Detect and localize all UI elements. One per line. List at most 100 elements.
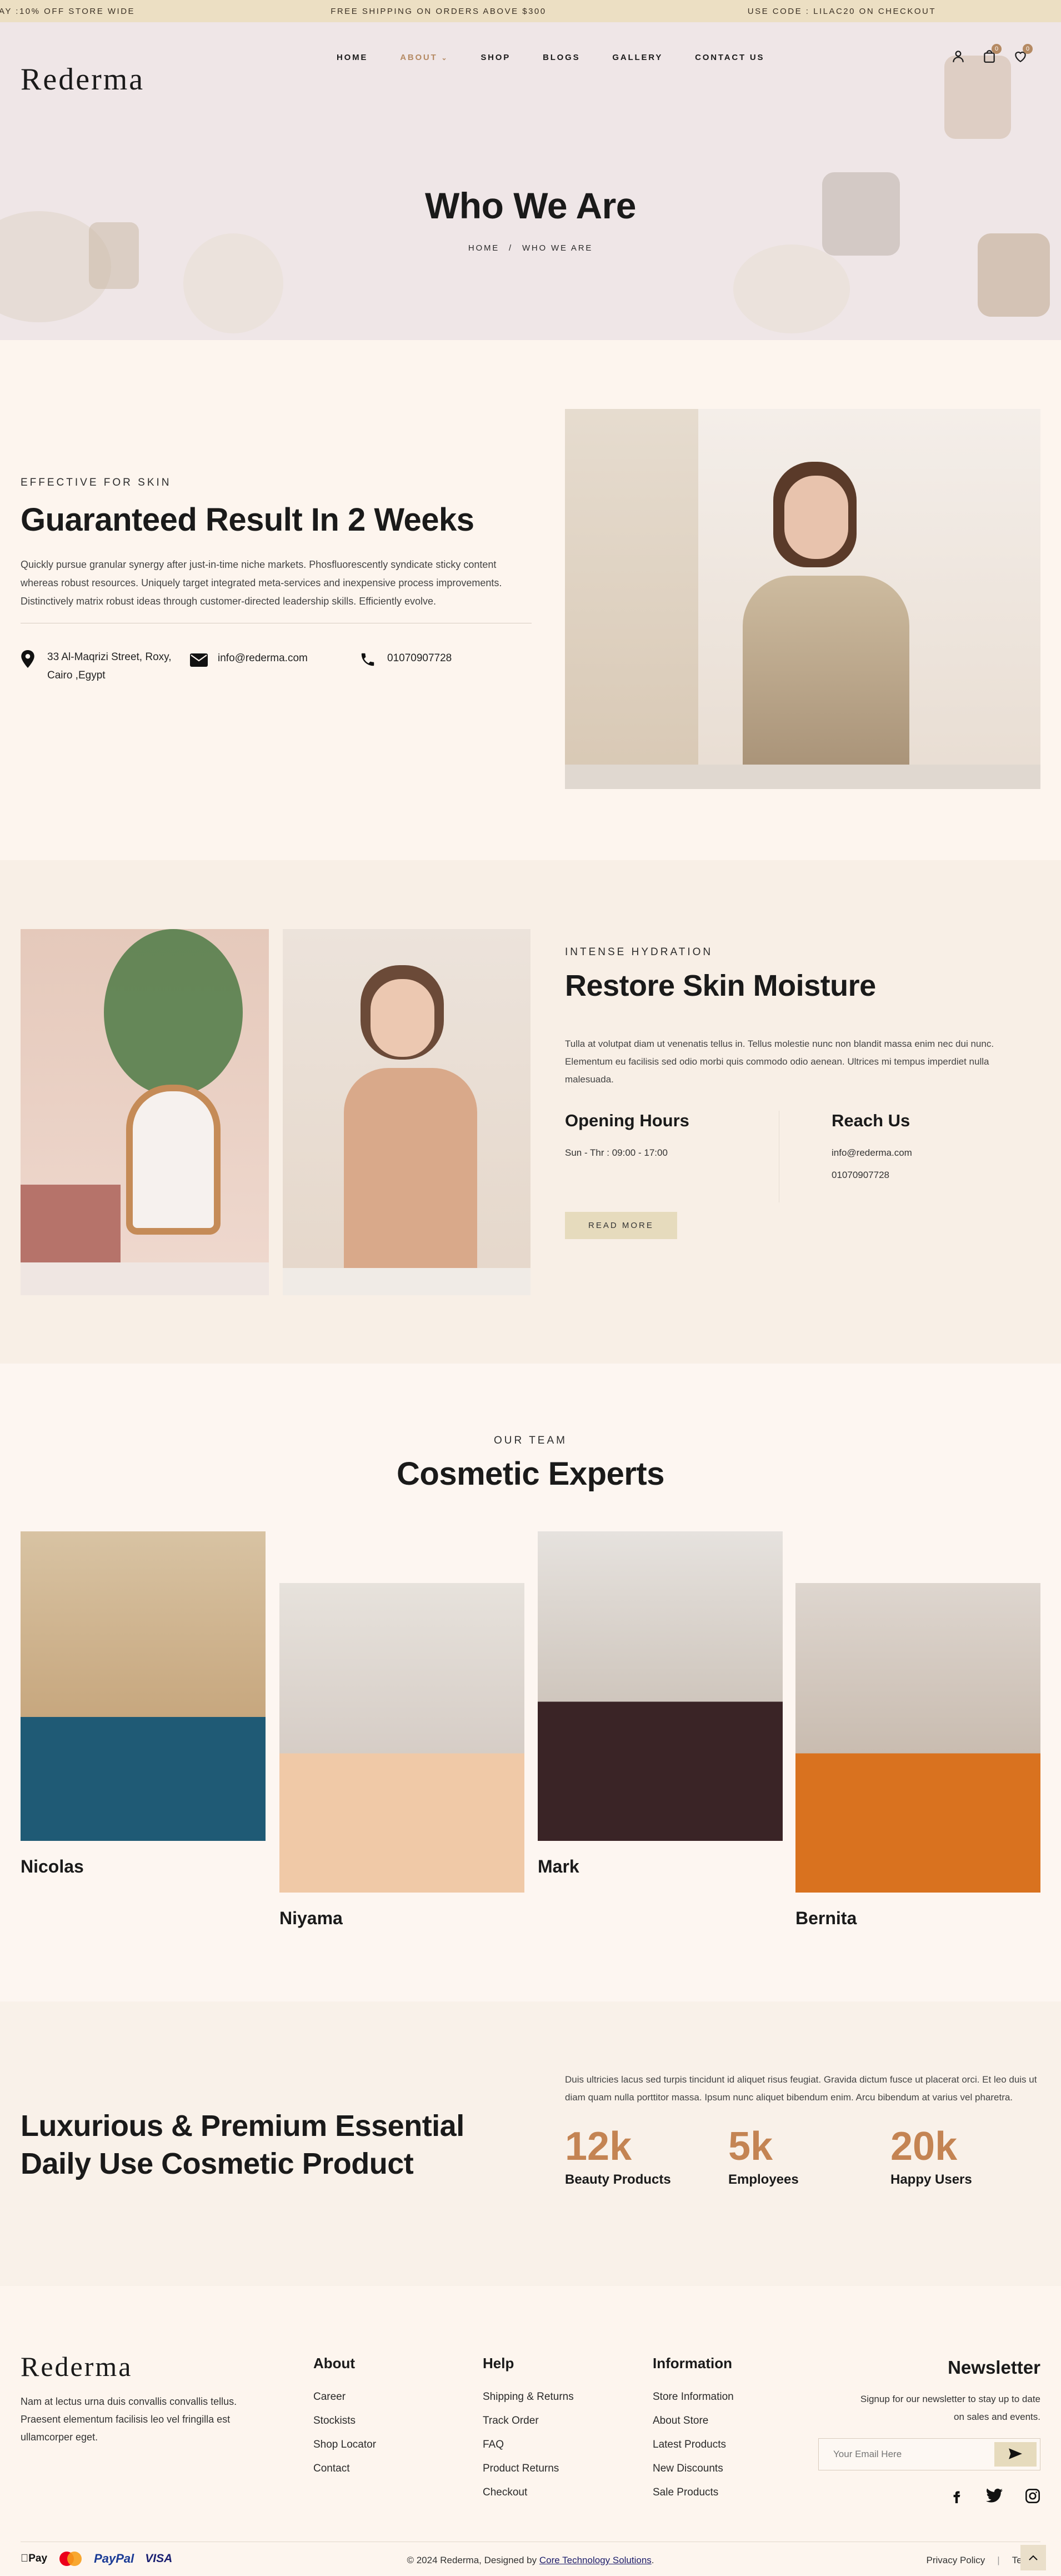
breadcrumb-home[interactable]: HOME <box>468 243 499 253</box>
newsletter: Newsletter Signup for our newsletter to … <box>818 2357 1040 2504</box>
separator: | <box>997 2555 1000 2565</box>
team-photo-nicolas <box>21 1531 266 1841</box>
about-title: Guaranteed Result In 2 Weeks <box>21 502 474 538</box>
site-logo[interactable]: Rederma <box>21 64 144 95</box>
logo-text: Rederma <box>21 62 145 97</box>
nav-contact[interactable]: CONTACT US <box>695 53 764 62</box>
footer-link[interactable]: Stockists <box>313 2415 376 2427</box>
nav-gallery[interactable]: GALLERY <box>612 53 663 62</box>
hydration-text: Tulla at volutpat diam ut venenatis tell… <box>565 1038 994 1085</box>
footer-link[interactable]: Store Information <box>653 2391 734 2403</box>
social-links <box>818 2488 1040 2504</box>
newsletter-text: Signup for our newsletter to stay up to … <box>818 2390 1040 2426</box>
footer-link[interactable]: New Discounts <box>653 2463 734 2475</box>
address-block: 33 Al-Maqrizi Street, Roxy, Cairo ,Egypt <box>21 648 190 685</box>
reach-us-email[interactable]: info@rederma.com <box>832 1147 912 1159</box>
opening-hours: Opening Hours Sun - Thr : 09:00 - 17:00 <box>565 1111 832 1181</box>
team-name: Mark <box>538 1856 579 1876</box>
team-name: Bernita <box>795 1908 857 1928</box>
nav-home[interactable]: HOME <box>337 53 368 62</box>
stat-item: 20k Happy Users <box>890 2126 972 2188</box>
team-card[interactable]: Bernita <box>795 1583 1040 1929</box>
hydration-content: INTENSE HYDRATION Restore Skin Moisture … <box>565 946 1040 1239</box>
footer-col-about: About Career Stockists Shop Locator Cont… <box>313 2355 376 2487</box>
copyright-suffix: . <box>651 2555 654 2565</box>
footer-link[interactable]: Checkout <box>483 2487 574 2499</box>
breadcrumb: HOME / WHO WE ARE <box>0 243 1061 253</box>
nav-about-label: ABOUT <box>400 53 438 62</box>
back-to-top-button[interactable] <box>1020 2545 1046 2570</box>
team-photo-niyama <box>279 1583 524 1893</box>
bag-icon[interactable]: 0 <box>982 44 1002 63</box>
reach-us: Reach Us info@rederma.com 01070907728 <box>832 1111 912 1181</box>
stat-label: Happy Users <box>890 2172 972 2187</box>
breadcrumb-separator: / <box>509 243 513 253</box>
hydration-info: Opening Hours Sun - Thr : 09:00 - 17:00 … <box>565 1110 1040 1202</box>
team-card[interactable]: Mark <box>538 1531 783 1877</box>
hydration-section: INTENSE HYDRATION Restore Skin Moisture … <box>0 860 1061 1364</box>
breadcrumb-current: WHO WE ARE <box>522 243 593 253</box>
stats-content: Duis ultricies lacus sed turpis tincidun… <box>565 2071 1040 2188</box>
footer-link[interactable]: About Store <box>653 2415 734 2427</box>
privacy-policy-link[interactable]: Privacy Policy <box>926 2555 985 2566</box>
copyright-text: © 2024 Rederma, Designed by <box>407 2555 539 2565</box>
newsletter-submit-button[interactable] <box>994 2442 1037 2467</box>
reach-us-title: Reach Us <box>832 1110 910 1130</box>
cart-count-badge: 0 <box>992 44 1002 54</box>
team-card[interactable]: Niyama <box>279 1583 524 1929</box>
address-line-1: 33 Al-Maqrizi Street, Roxy, <box>47 651 172 663</box>
team-kicker: OUR TEAM <box>494 1435 567 1446</box>
designer-link[interactable]: Core Technology Solutions <box>539 2555 652 2565</box>
footer-link[interactable]: Contact <box>313 2463 376 2475</box>
footer-col-title: Information <box>653 2355 732 2372</box>
hydration-image-2 <box>283 929 530 1295</box>
nav-blogs[interactable]: BLOGS <box>543 53 580 62</box>
announcement-code: USE CODE : LILAC20 ON CHECKOUT <box>747 6 936 16</box>
newsletter-title: Newsletter <box>948 2357 1040 2378</box>
stat-number: 12k <box>565 2124 632 2169</box>
team-title: Cosmetic Experts <box>397 1456 664 1492</box>
footer-link[interactable]: Latest Products <box>653 2439 734 2451</box>
newsletter-email-input[interactable] <box>819 2439 991 2470</box>
about-kicker: EFFECTIVE FOR SKIN <box>21 477 172 488</box>
footer-link[interactable]: Shop Locator <box>313 2439 376 2451</box>
copyright: © 2024 Rederma, Designed by Core Technol… <box>0 2555 1061 2566</box>
footer-link[interactable]: Sale Products <box>653 2487 734 2499</box>
footer-link[interactable]: Shipping & Returns <box>483 2391 574 2403</box>
footer-col-information: Information Store Information About Stor… <box>653 2355 734 2510</box>
newsletter-text-line-2: on sales and events. <box>954 2412 1040 2422</box>
site-footer: Rederma Nam at lectus urna duis convalli… <box>0 2286 1061 2575</box>
opening-hours-title: Opening Hours <box>565 1110 689 1130</box>
stat-item: 5k Employees <box>728 2126 890 2188</box>
announcement-discount: AY :10% OFF STORE WIDE <box>0 6 136 16</box>
about-email-link[interactable]: info@rederma.com <box>218 652 308 665</box>
footer-link[interactable]: Career <box>313 2391 376 2403</box>
footer-logo[interactable]: Rederma <box>21 2353 265 2380</box>
heart-icon[interactable]: 0 <box>1013 44 1033 63</box>
arrow-up-icon <box>1029 2555 1038 2560</box>
footer-col-title: Help <box>483 2355 514 2372</box>
instagram-icon[interactable] <box>1025 2488 1040 2504</box>
decorative-shape <box>733 244 850 333</box>
team-name: Niyama <box>279 1908 343 1928</box>
about-phone-link[interactable]: 01070907728 <box>387 652 452 665</box>
location-icon <box>21 650 34 668</box>
twitter-icon[interactable] <box>986 2488 1003 2503</box>
nav-shop[interactable]: SHOP <box>481 53 511 62</box>
footer-link[interactable]: Product Returns <box>483 2463 574 2475</box>
read-more-button[interactable]: READ MORE <box>565 1211 677 1239</box>
stats-counters: 12k Beauty Products 5k Employees 20k Hap… <box>565 2126 1040 2188</box>
footer-link[interactable]: FAQ <box>483 2439 574 2451</box>
team-card[interactable]: Nicolas <box>21 1531 266 1877</box>
stats-section: Luxurious & Premium Essential Daily Use … <box>0 2001 1061 2286</box>
footer-link[interactable]: Track Order <box>483 2415 574 2427</box>
nav-about[interactable]: ABOUT ⌄ <box>400 53 448 62</box>
wishlist-count-badge: 0 <box>1023 44 1033 54</box>
newsletter-text-line-1: Signup for our newsletter to stay up to … <box>860 2394 1040 2404</box>
user-icon[interactable] <box>951 49 965 63</box>
stats-title-line-1: Luxurious & Premium Essential <box>21 2109 464 2143</box>
stat-number: 5k <box>728 2124 773 2169</box>
facebook-icon[interactable] <box>949 2488 964 2504</box>
reach-us-phone[interactable]: 01070907728 <box>832 1170 912 1181</box>
team-photo-bernita <box>795 1583 1040 1893</box>
